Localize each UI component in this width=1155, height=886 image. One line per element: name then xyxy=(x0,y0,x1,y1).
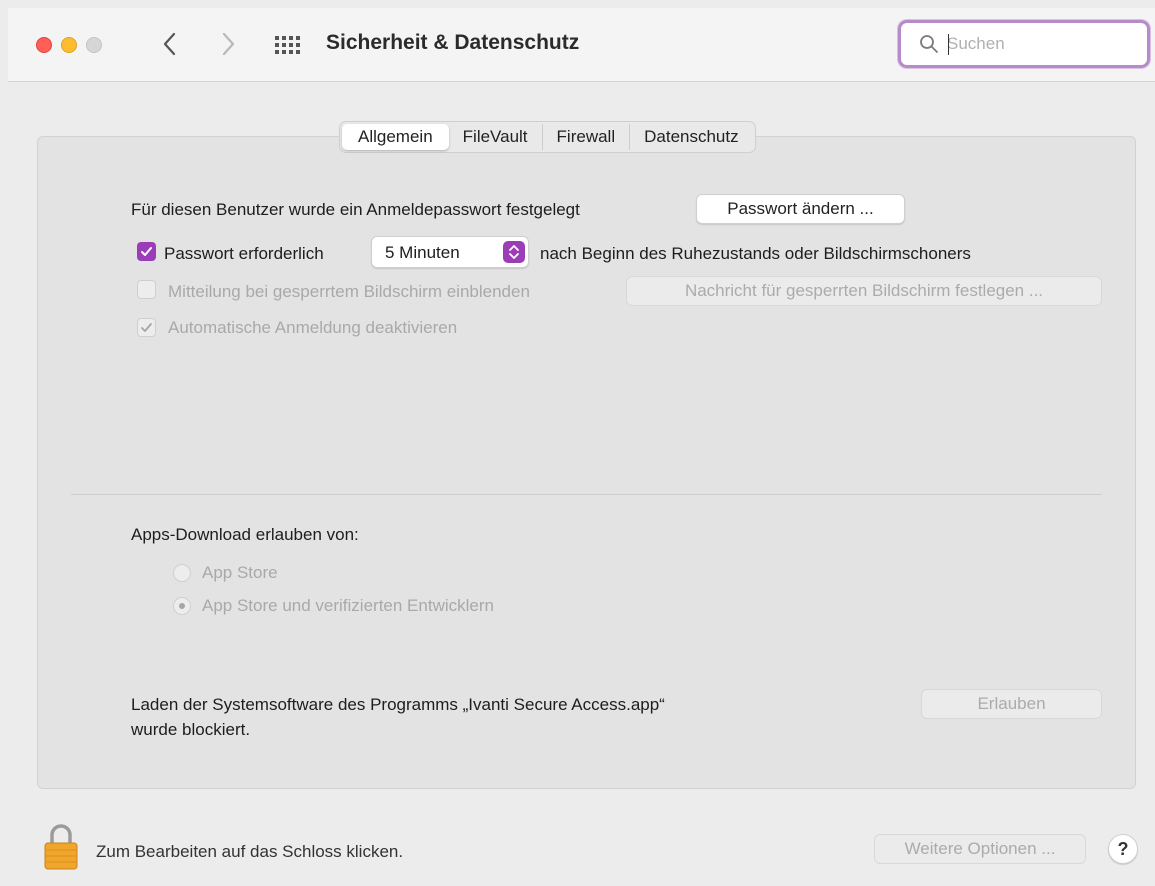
window-title: Sicherheit & Datenschutz xyxy=(326,31,580,54)
checkmark-icon xyxy=(141,323,152,332)
search-field[interactable] xyxy=(898,20,1150,68)
password-delay-select[interactable]: 5 Minuten xyxy=(371,236,529,268)
text-caret xyxy=(948,34,949,55)
set-lock-message-button[interactable]: Nachricht für gesperrten Bildschirm fest… xyxy=(626,276,1102,306)
blocked-software-line1: Laden der Systemsoftware des Programms „… xyxy=(131,695,665,714)
back-button[interactable] xyxy=(158,30,182,58)
tab-filevault[interactable]: FileVault xyxy=(449,124,543,150)
tab-firewall[interactable]: Firewall xyxy=(543,124,631,150)
chevron-up-down-icon xyxy=(509,245,519,259)
radio-app-store[interactable] xyxy=(173,564,191,582)
forward-button[interactable] xyxy=(216,30,240,58)
apps-download-heading: Apps-Download erlauben von: xyxy=(131,525,359,544)
close-window-button[interactable] xyxy=(36,37,52,53)
zoom-window-button[interactable] xyxy=(86,37,102,53)
require-password-checkbox[interactable] xyxy=(137,242,156,261)
chevron-right-icon xyxy=(222,32,235,56)
require-password-suffix: nach Beginn des Ruhezustands oder Bildsc… xyxy=(540,244,971,263)
titlebar: Sicherheit & Datenschutz xyxy=(8,8,1155,82)
tab-bar: Allgemein FileVault Firewall Datenschutz xyxy=(339,121,756,153)
disable-auto-login-checkbox[interactable] xyxy=(137,318,156,337)
tab-allgemein[interactable]: Allgemein xyxy=(342,124,449,150)
show-all-grid-icon[interactable] xyxy=(274,35,302,55)
lock-message-checkbox[interactable] xyxy=(137,280,156,299)
lock-message-label: Mitteilung bei gesperrtem Bildschirm ein… xyxy=(168,282,530,301)
radio-app-store-identified-label: App Store und verifizierten Entwicklern xyxy=(202,596,494,615)
popup-stepper xyxy=(503,241,525,263)
password-set-text: Für diesen Benutzer wurde ein Anmeldepas… xyxy=(131,200,580,219)
search-input[interactable] xyxy=(947,31,1137,57)
section-divider xyxy=(71,494,1102,495)
lock-hint-text: Zum Bearbeiten auf das Schloss klicken. xyxy=(96,842,404,861)
help-button[interactable]: ? xyxy=(1108,834,1138,864)
preferences-window: Sicherheit & Datenschutz Allgemein FileV… xyxy=(8,8,1155,886)
radio-app-store-identified[interactable] xyxy=(173,597,191,615)
lock-icon[interactable] xyxy=(44,822,78,870)
require-password-label: Passwort erforderlich xyxy=(164,244,324,263)
disable-auto-login-label: Automatische Anmeldung deaktivieren xyxy=(168,318,458,337)
checkmark-icon xyxy=(141,247,152,256)
allow-button[interactable]: Erlauben xyxy=(921,689,1102,719)
chevron-left-icon xyxy=(163,32,176,56)
blocked-software-line2: wurde blockiert. xyxy=(131,720,251,739)
change-password-button[interactable]: Passwort ändern ... xyxy=(696,194,905,224)
radio-app-store-label: App Store xyxy=(202,563,278,582)
search-icon xyxy=(920,35,938,53)
more-options-button[interactable]: Weitere Optionen ... xyxy=(874,834,1086,864)
minimize-window-button[interactable] xyxy=(61,37,77,53)
tab-datenschutz[interactable]: Datenschutz xyxy=(630,124,753,150)
password-delay-value: 5 Minuten xyxy=(385,243,460,262)
